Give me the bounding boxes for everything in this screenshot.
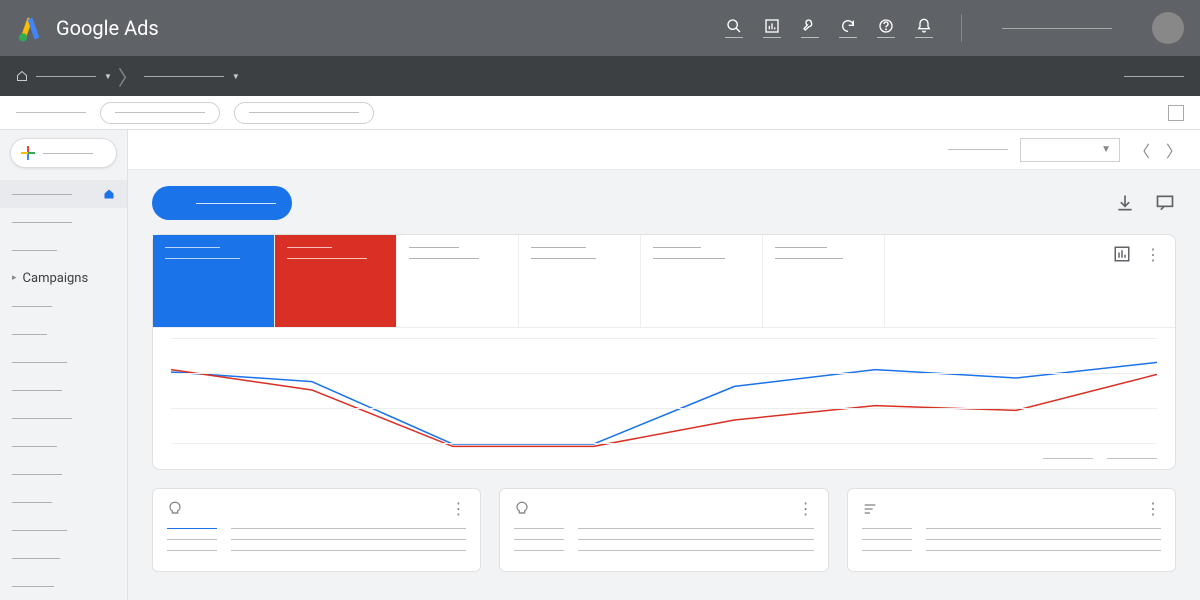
help-icon[interactable] bbox=[877, 18, 895, 38]
sidebar-item[interactable] bbox=[0, 208, 127, 236]
breadcrumb-campaign[interactable]: ▼ bbox=[144, 72, 240, 81]
app-header: Google Ads bbox=[0, 0, 1200, 56]
sidebar-item[interactable] bbox=[0, 236, 127, 264]
filter-pill[interactable] bbox=[234, 102, 374, 124]
text-icon bbox=[862, 501, 878, 517]
date-range-dropdown[interactable]: ▼ bbox=[1020, 138, 1120, 162]
sidebar-item-overview[interactable] bbox=[0, 180, 127, 208]
plus-icon: + bbox=[168, 194, 186, 212]
breadcrumb-root[interactable]: ▼ bbox=[16, 70, 112, 82]
sidebar-item[interactable] bbox=[0, 376, 127, 404]
tools-icon[interactable] bbox=[801, 18, 819, 38]
lightbulb-icon bbox=[167, 501, 183, 517]
next-period-button[interactable]: 〉 bbox=[1164, 138, 1184, 162]
save-view-icon[interactable] bbox=[1168, 105, 1184, 121]
sidebar-item[interactable] bbox=[0, 488, 127, 516]
chart-footer bbox=[153, 458, 1175, 469]
expand-chart-icon[interactable] bbox=[1113, 245, 1131, 263]
feedback-icon[interactable] bbox=[1154, 192, 1176, 214]
sidebar-item[interactable] bbox=[0, 348, 127, 376]
main-content: ▼ 〈 〉 + bbox=[128, 130, 1200, 600]
prev-period-button[interactable]: 〈 bbox=[1132, 138, 1152, 162]
sidebar-item[interactable] bbox=[0, 460, 127, 488]
left-sidebar: ▸ Campaigns bbox=[0, 130, 128, 600]
recommendation-row: ⋮ ⋮ bbox=[152, 488, 1176, 572]
chevron-right-icon: ▸ bbox=[12, 273, 17, 283]
sidebar-item-campaigns[interactable]: ▸ Campaigns bbox=[0, 264, 127, 292]
account-name[interactable] bbox=[1002, 28, 1112, 29]
product-logo[interactable]: Google Ads bbox=[16, 14, 159, 42]
chevron-right-icon: 〉 bbox=[118, 62, 138, 91]
date-filter-bar: ▼ 〈 〉 bbox=[128, 130, 1200, 170]
metric-selector-row: ⋮ bbox=[153, 235, 1175, 328]
breadcrumb-bar: ▼ 〉 ▼ bbox=[0, 56, 1200, 96]
filter-pill[interactable] bbox=[100, 102, 220, 124]
create-button[interactable] bbox=[10, 138, 117, 168]
sidebar-item[interactable] bbox=[0, 516, 127, 544]
sidebar-item[interactable] bbox=[0, 572, 127, 600]
card-menu-icon[interactable]: ⋮ bbox=[798, 499, 814, 518]
notifications-icon[interactable] bbox=[915, 18, 933, 38]
sidebar-item-label: Campaigns bbox=[23, 271, 89, 286]
card-menu-icon[interactable]: ⋮ bbox=[1145, 499, 1161, 518]
view-toolbar bbox=[0, 96, 1200, 130]
recommendation-card[interactable]: ⋮ bbox=[152, 488, 481, 572]
view-tab[interactable] bbox=[16, 112, 86, 113]
product-name: Google Ads bbox=[56, 16, 159, 40]
metric-tile[interactable] bbox=[763, 235, 885, 327]
search-icon[interactable] bbox=[725, 18, 743, 38]
refresh-icon[interactable] bbox=[839, 18, 857, 38]
sidebar-item[interactable] bbox=[0, 292, 127, 320]
home-icon bbox=[16, 70, 28, 82]
header-toolbar bbox=[725, 12, 1184, 44]
sidebar-item[interactable] bbox=[0, 432, 127, 460]
filter-label bbox=[948, 149, 1008, 150]
chevron-down-icon: ▼ bbox=[1101, 144, 1111, 155]
recommendation-card[interactable]: ⋮ bbox=[847, 488, 1176, 572]
lightbulb-icon bbox=[514, 501, 530, 517]
metric-tile[interactable] bbox=[641, 235, 763, 327]
plus-icon bbox=[21, 146, 35, 160]
recommendation-card[interactable]: ⋮ bbox=[499, 488, 828, 572]
performance-card: ⋮ bbox=[152, 234, 1176, 470]
metric-tile[interactable] bbox=[397, 235, 519, 327]
reports-icon[interactable] bbox=[763, 18, 781, 38]
sidebar-item[interactable] bbox=[0, 320, 127, 348]
subheader-link[interactable] bbox=[1124, 76, 1184, 77]
card-menu-icon[interactable]: ⋮ bbox=[450, 499, 466, 518]
card-menu-icon[interactable]: ⋮ bbox=[1145, 245, 1161, 264]
avatar[interactable] bbox=[1152, 12, 1184, 44]
metric-tile[interactable] bbox=[519, 235, 641, 327]
new-campaign-button[interactable]: + bbox=[152, 186, 292, 220]
home-icon bbox=[103, 188, 115, 200]
sidebar-item[interactable] bbox=[0, 404, 127, 432]
performance-chart bbox=[153, 328, 1175, 458]
download-icon[interactable] bbox=[1114, 192, 1136, 214]
metric-tile-primary[interactable] bbox=[153, 235, 275, 327]
sidebar-item[interactable] bbox=[0, 544, 127, 572]
google-ads-logo-icon bbox=[16, 14, 44, 42]
metric-tile-secondary[interactable] bbox=[275, 235, 397, 327]
